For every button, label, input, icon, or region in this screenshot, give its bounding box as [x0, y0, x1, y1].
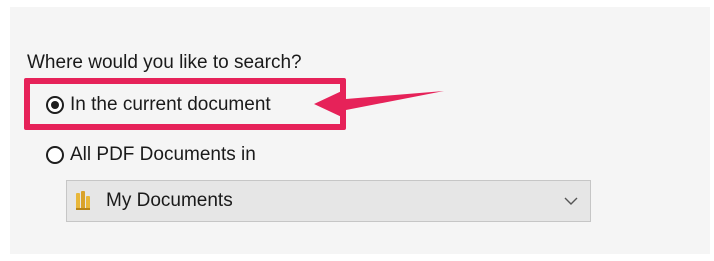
radio-button-unselected[interactable] — [46, 146, 64, 164]
highlight-arrow-icon — [314, 89, 444, 119]
location-dropdown-value: My Documents — [106, 190, 233, 211]
radio-label-all-pdf-documents: All PDF Documents in — [70, 144, 256, 165]
location-dropdown[interactable]: My Documents — [66, 180, 591, 222]
radio-option-all-pdf-documents[interactable]: All PDF Documents in — [46, 144, 256, 166]
chevron-down-icon[interactable] — [564, 194, 578, 208]
folder-icon — [76, 191, 90, 210]
search-location-question: Where would you like to search? — [27, 52, 302, 73]
highlight-annotation-box — [24, 78, 346, 130]
